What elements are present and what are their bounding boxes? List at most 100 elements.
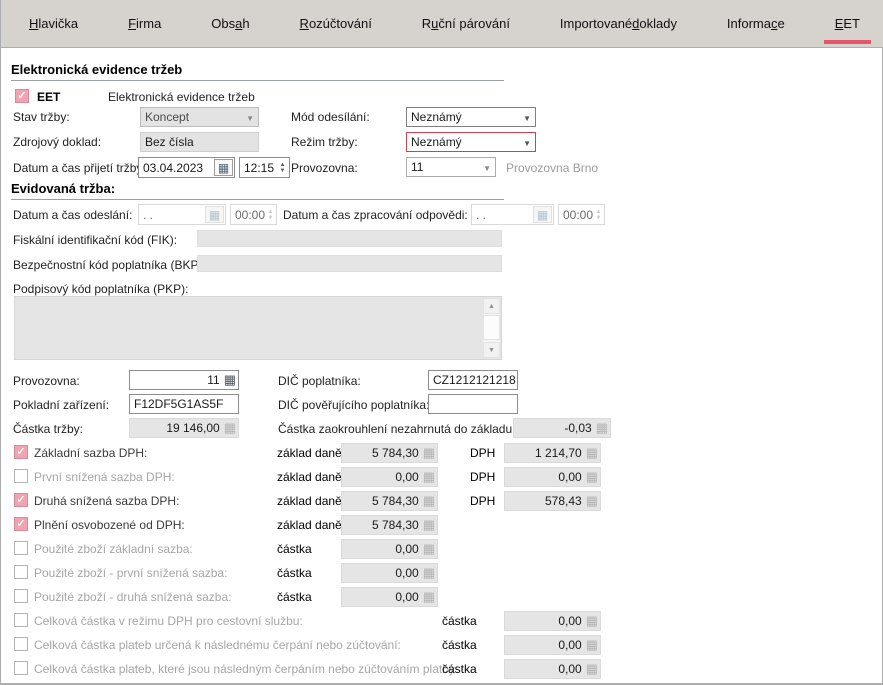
calculator-icon bbox=[224, 421, 236, 435]
pouzite-row-zakladni: Použité zboží základní sazba: částka 0,0… bbox=[1, 538, 883, 560]
odeslani-time-field: 00:00 ▲▼ bbox=[230, 204, 277, 225]
calculator-icon bbox=[596, 421, 608, 435]
zdrojovy-doklad-field: Bez čísla bbox=[140, 132, 259, 152]
provozovna-top-select[interactable]: 11 bbox=[406, 157, 496, 177]
pokladni-zarizeni-label: Pokladní zařízení: bbox=[13, 398, 109, 412]
bkp-label: Bezpečnostní kód poplatníka (BKP): bbox=[13, 258, 206, 272]
castka-field: 0,00 bbox=[504, 635, 601, 655]
fik-label: Fiskální identifikační kód (FIK): bbox=[13, 233, 177, 247]
checkbox[interactable] bbox=[14, 493, 28, 507]
checkbox[interactable] bbox=[14, 469, 28, 483]
section-title-elektronicka-evidence: Elektronická evidence tržeb bbox=[11, 62, 504, 81]
zdrojovy-doklad-label: Zdrojový doklad: bbox=[13, 135, 101, 149]
calculator-icon bbox=[586, 494, 598, 508]
calculator-icon bbox=[586, 662, 598, 676]
fik-field bbox=[197, 230, 502, 247]
eet-form-page: Hlavička Firma Obsah Rozúčtování Ruční p… bbox=[0, 0, 883, 685]
scrollbar-up-button[interactable]: ▲ bbox=[483, 298, 500, 314]
datum-prijeti-time-field[interactable]: 12:15 ▲▼ bbox=[239, 157, 290, 178]
castka-field: 0,00 bbox=[504, 611, 601, 631]
stav-trzby-label: Stav tržby: bbox=[13, 110, 70, 124]
pkp-textarea: ▲ ▼ bbox=[14, 296, 502, 360]
calculator-icon bbox=[423, 446, 435, 460]
section-title-evidovana-trzba: Evidovaná tržba: bbox=[11, 181, 504, 200]
tab-rozuctovani[interactable]: Rozúčtování bbox=[300, 0, 372, 47]
eet-checkbox[interactable] bbox=[15, 89, 29, 103]
scrollbar-thumb[interactable] bbox=[483, 315, 500, 340]
time-spinner[interactable]: ▲▼ bbox=[276, 158, 289, 177]
checkbox[interactable] bbox=[14, 517, 28, 531]
calculator-icon bbox=[423, 518, 435, 532]
tab-hlavicka[interactable]: Hlavička bbox=[29, 0, 78, 47]
pkp-label: Podpisový kód poplatníka (PKP): bbox=[13, 282, 188, 296]
pokladni-zarizeni-field[interactable]: F12DF5G1AS5F bbox=[129, 394, 239, 414]
zaokrouhleni-field: -0,03 bbox=[513, 418, 611, 438]
dic-poverujici-label: DIČ pověřujícího poplatníka: bbox=[278, 398, 429, 412]
tab-informace[interactable]: Informace bbox=[727, 0, 785, 47]
zpracovani-date-field: . . bbox=[471, 204, 554, 225]
tab-importovane-doklady[interactable]: Importované doklady bbox=[560, 0, 677, 47]
scrollbar[interactable]: ▲ ▼ bbox=[483, 298, 500, 358]
scroll-up-icon: ▲ bbox=[488, 303, 495, 310]
calculator-icon bbox=[423, 494, 435, 508]
dph-row-prvni-snizena: První snížená sazba DPH: základ daně 0,0… bbox=[1, 466, 883, 488]
checkbox[interactable] bbox=[14, 565, 28, 579]
zaklad-dane-field: 5 784,30 bbox=[341, 443, 438, 463]
tab-obsah[interactable]: Obsah bbox=[211, 0, 249, 47]
dic-poplatnika-label: DIČ poplatníka: bbox=[278, 374, 361, 388]
calculator-icon bbox=[423, 542, 435, 556]
checkbox[interactable] bbox=[14, 445, 28, 459]
dic-poplatnika-field[interactable]: CZ1212121218 bbox=[428, 370, 518, 390]
checkbox[interactable] bbox=[14, 637, 28, 651]
castka-field: 0,00 bbox=[341, 563, 438, 583]
dic-poverujici-field[interactable] bbox=[428, 394, 518, 414]
tab-eet[interactable]: EET bbox=[835, 0, 860, 47]
dph-field: 578,43 bbox=[504, 491, 601, 511]
castka-field: 0,00 bbox=[504, 659, 601, 679]
tab-firma[interactable]: Firma bbox=[128, 0, 161, 47]
checkbox[interactable] bbox=[14, 589, 28, 603]
scrollbar-down-button[interactable]: ▼ bbox=[483, 342, 500, 358]
zaokrouhleni-label: Částka zaokrouhlení nezahrnutá do základ… bbox=[278, 422, 546, 436]
calculator-icon[interactable] bbox=[224, 373, 236, 387]
scroll-down-icon: ▼ bbox=[488, 347, 495, 354]
tab-rucni-parovani[interactable]: Ruční párování bbox=[422, 0, 510, 47]
calculator-icon bbox=[586, 446, 598, 460]
odeslani-date-field: . . bbox=[138, 204, 226, 225]
checkbox[interactable] bbox=[14, 661, 28, 675]
odeslani-label: Datum a čas odeslání: bbox=[13, 208, 132, 222]
tab-bar: Hlavička Firma Obsah Rozúčtování Ruční p… bbox=[1, 0, 883, 48]
spinner-down-icon: ▼ bbox=[268, 215, 274, 221]
datum-prijeti-label: Datum a čas přijetí tržby: bbox=[13, 161, 146, 175]
zaklad-dane-field: 5 784,30 bbox=[341, 491, 438, 511]
dph-row-osvobozene: Plnění osvobozené od DPH: základ daně 5 … bbox=[1, 514, 883, 536]
calculator-icon bbox=[423, 590, 435, 604]
castka-field: 0,00 bbox=[341, 539, 438, 559]
calendar-button bbox=[533, 206, 552, 223]
mod-odesilani-select[interactable]: Neznámý bbox=[406, 107, 536, 127]
castka-trzby-label: Částka tržby: bbox=[13, 422, 83, 436]
celkova-row-urcena: Celková částka plateb určená k následném… bbox=[1, 634, 883, 656]
provozovna-top-label: Provozovna: bbox=[291, 161, 358, 175]
provozovna-field[interactable]: 11 bbox=[129, 370, 239, 390]
calculator-icon bbox=[586, 614, 598, 628]
pouzite-row-druha: Použité zboží - druhá snížená sazba: čás… bbox=[1, 586, 883, 608]
dph-row-druha-snizena: Druhá snížená sazba DPH: základ daně 5 7… bbox=[1, 490, 883, 512]
calendar-button[interactable] bbox=[214, 159, 233, 176]
castka-field: 0,00 bbox=[341, 587, 438, 607]
calendar-icon bbox=[209, 208, 220, 222]
celkova-row-nasledne: Celková částka plateb, které jsou násled… bbox=[1, 658, 883, 680]
calendar-button bbox=[205, 206, 224, 223]
chevron-down-icon bbox=[246, 110, 254, 124]
calculator-icon bbox=[423, 470, 435, 484]
castka-trzby-field: 19 146,00 bbox=[129, 418, 239, 438]
rezim-trzby-select[interactable]: Neznámý bbox=[406, 132, 536, 152]
checkbox[interactable] bbox=[14, 541, 28, 555]
datum-prijeti-date-field[interactable]: 03.04.2023 bbox=[138, 157, 235, 178]
spinner-down-icon: ▼ bbox=[596, 215, 602, 221]
calculator-icon bbox=[423, 566, 435, 580]
dph-row-zakladni: Základní sazba DPH: základ daně 5 784,30… bbox=[1, 442, 883, 464]
checkbox[interactable] bbox=[14, 613, 28, 627]
time-spinner: ▲▼ bbox=[593, 205, 604, 224]
provozovna-note: Provozovna Brno bbox=[506, 161, 598, 175]
